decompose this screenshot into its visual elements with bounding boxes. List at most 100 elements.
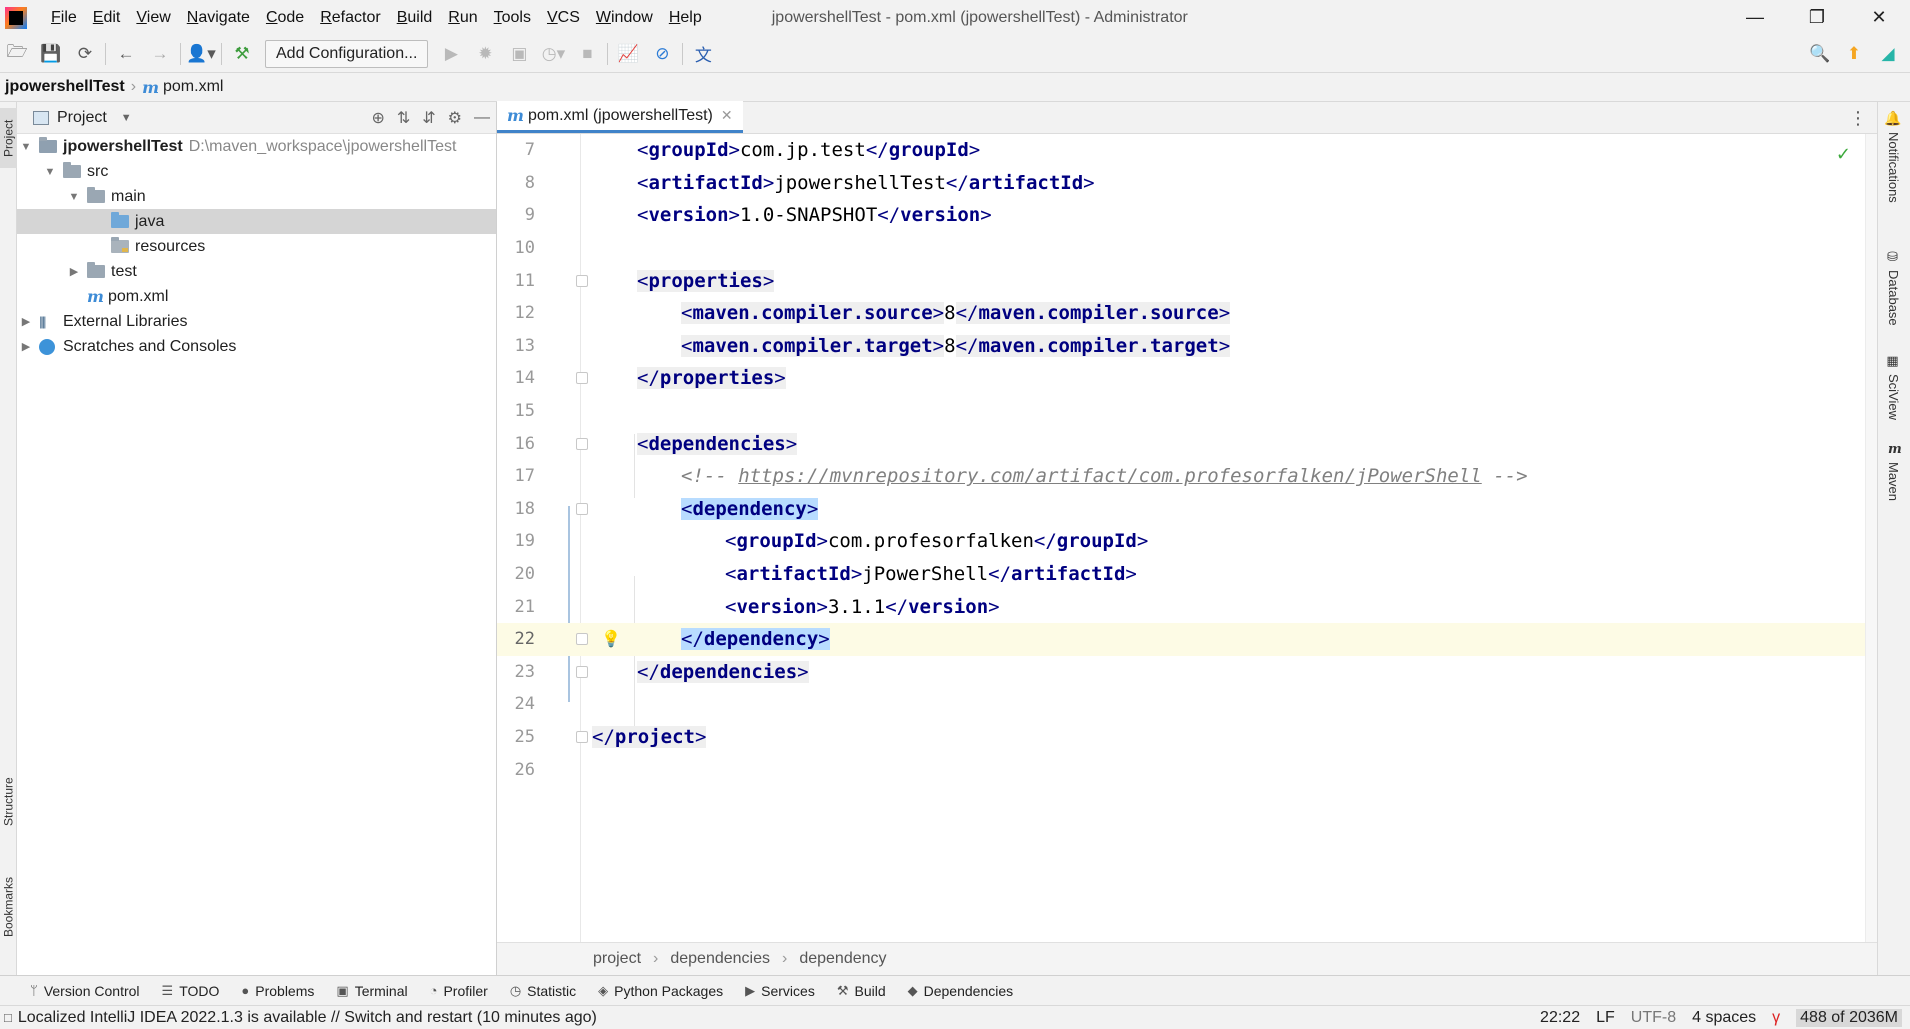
locate-icon[interactable]: ⊕ xyxy=(371,108,384,128)
menu-code[interactable]: Code xyxy=(258,0,312,35)
breadcrumb-file[interactable]: pom.xml xyxy=(163,78,223,96)
crumb-dependency[interactable]: dependency xyxy=(799,950,886,968)
tab-pom-xml[interactable]: m pom.xml (jpowershellTest) ✕ xyxy=(497,101,743,133)
expand-all-icon[interactable]: ⇅ xyxy=(397,108,410,128)
indent-setting[interactable]: 4 spaces xyxy=(1692,1009,1756,1027)
menu-edit[interactable]: Edit xyxy=(85,0,129,35)
line-separator[interactable]: LF xyxy=(1596,1009,1615,1027)
save-icon[interactable]: 💾 xyxy=(34,35,68,73)
tab-database[interactable]: Database xyxy=(1886,270,1901,350)
fold-marker-icon[interactable] xyxy=(576,372,588,385)
tool-todo[interactable]: ☰ TODO xyxy=(162,983,220,999)
tree-item-test[interactable]: ▶ test xyxy=(17,259,496,284)
translate-icon[interactable]: 文 xyxy=(686,35,720,73)
status-message[interactable]: Localized IntelliJ IDEA 2022.1.3 is avai… xyxy=(18,1009,597,1027)
tool-statistic[interactable]: ◷ Statistic xyxy=(510,983,576,999)
plugin-icon[interactable]: γ xyxy=(1772,1009,1780,1027)
tool-problems[interactable]: ● Problems xyxy=(241,983,314,999)
power-save-icon[interactable]: ⊘ xyxy=(645,35,679,73)
add-configuration-button[interactable]: Add Configuration... xyxy=(265,39,429,68)
chevron-right-icon[interactable]: ▶ xyxy=(19,340,33,353)
tree-item-java[interactable]: java xyxy=(17,209,496,234)
open-folder-icon[interactable]: 🗁 xyxy=(0,35,34,73)
tree-item-pom[interactable]: m pom.xml xyxy=(17,284,496,309)
fold-marker-icon[interactable] xyxy=(576,633,588,646)
tree-item-resources[interactable]: resources xyxy=(17,234,496,259)
tree-item-root[interactable]: ▼ jpowershellTest D:\maven_workspace\jpo… xyxy=(17,134,496,159)
coverage-icon[interactable]: ▣ xyxy=(502,35,536,73)
crumb-dependencies[interactable]: dependencies xyxy=(670,950,770,968)
build-hammer-icon[interactable]: ⚒ xyxy=(225,35,259,73)
code-editor[interactable]: 7 <groupId>com.jp.test</groupId> 8 <arti… xyxy=(497,134,1877,786)
tree-item-main[interactable]: ▼ main xyxy=(17,184,496,209)
menu-help[interactable]: Help xyxy=(661,0,710,35)
tree-item-external-libraries[interactable]: ▶ |||| External Libraries xyxy=(17,309,496,334)
project-panel-title[interactable]: Project xyxy=(57,109,107,127)
tool-services[interactable]: ▶ Services xyxy=(745,983,815,999)
minimize-icon[interactable]: — xyxy=(1724,0,1786,35)
tool-version-control[interactable]: ᛘ Version Control xyxy=(30,983,140,999)
menu-run[interactable]: Run xyxy=(440,0,485,35)
editor-scrollbar[interactable] xyxy=(1865,134,1877,942)
debug-icon[interactable]: ✹ xyxy=(468,35,502,73)
tab-maven[interactable]: Maven xyxy=(1886,462,1901,522)
chevron-down-icon[interactable]: ▼ xyxy=(67,191,81,203)
update-icon[interactable]: ⬆ xyxy=(1840,35,1868,73)
breadcrumb-project[interactable]: jpowershellTest xyxy=(5,78,125,96)
menu-view[interactable]: View xyxy=(128,0,178,35)
run-icon[interactable]: ▶ xyxy=(434,35,468,73)
lightbulb-icon[interactable]: 💡 xyxy=(601,629,621,649)
jetbrains-toolbox-icon[interactable]: ◢ xyxy=(1874,35,1902,73)
close-icon[interactable]: ✕ xyxy=(1848,0,1910,35)
restore-icon[interactable]: ❐ xyxy=(1786,0,1848,35)
menu-navigate[interactable]: Navigate xyxy=(179,0,258,35)
sync-icon[interactable]: ⟳ xyxy=(68,35,102,73)
menu-vcs[interactable]: VCS xyxy=(539,0,588,35)
tool-build[interactable]: ⚒ Build xyxy=(837,983,886,999)
comment-link[interactable]: https://mvnrepository.com/artifact/com.p… xyxy=(738,465,1482,487)
menu-refactor[interactable]: Refactor xyxy=(312,0,388,35)
profile-icon[interactable]: ◷▾ xyxy=(536,35,570,73)
chevron-down-icon[interactable]: ▼ xyxy=(19,141,33,153)
tree-item-scratches[interactable]: ▶ Scratches and Consoles xyxy=(17,334,496,359)
fold-marker-icon[interactable] xyxy=(576,437,588,450)
tool-terminal[interactable]: ▣ Terminal xyxy=(336,983,407,999)
hide-icon[interactable]: — xyxy=(474,109,490,127)
close-tab-icon[interactable]: ✕ xyxy=(721,107,733,124)
tool-profiler[interactable]: ◔ Profiler xyxy=(430,983,488,999)
chevron-right-icon[interactable]: ▶ xyxy=(19,315,33,328)
caret-position[interactable]: 22:22 xyxy=(1540,1009,1580,1027)
inspection-ok-icon[interactable]: ✓ xyxy=(1836,144,1851,165)
user-dropdown-icon[interactable]: 👤▾ xyxy=(184,35,218,73)
file-encoding[interactable]: UTF-8 xyxy=(1631,1009,1676,1027)
tab-structure[interactable]: Structure xyxy=(0,762,17,842)
fold-marker-icon[interactable] xyxy=(576,274,588,287)
fold-marker-icon[interactable] xyxy=(576,730,588,743)
tree-item-src[interactable]: ▼ src xyxy=(17,159,496,184)
menu-build[interactable]: Build xyxy=(389,0,441,35)
forward-icon[interactable]: → xyxy=(143,35,177,73)
chevron-down-icon[interactable]: ▼ xyxy=(43,166,57,178)
tab-project[interactable]: Project xyxy=(0,108,17,168)
fold-marker-icon[interactable] xyxy=(576,502,588,515)
chevron-right-icon[interactable]: ▶ xyxy=(67,265,81,278)
fold-marker-icon[interactable] xyxy=(576,665,588,678)
tab-bookmarks[interactable]: Bookmarks xyxy=(0,862,17,952)
layout-icon[interactable]: □ xyxy=(4,1010,12,1025)
memory-indicator[interactable]: 488 of 2036M xyxy=(1796,1009,1902,1027)
crumb-project[interactable]: project xyxy=(593,950,641,968)
search-icon[interactable]: 🔍 xyxy=(1806,35,1834,73)
stop-icon[interactable]: ■ xyxy=(570,35,604,73)
more-icon[interactable]: ⋮ xyxy=(1849,108,1867,129)
menu-window[interactable]: Window xyxy=(588,0,661,35)
collapse-all-icon[interactable]: ⇵ xyxy=(422,108,435,128)
statistic-chart-icon[interactable]: 📈 xyxy=(611,35,645,73)
tool-python-packages[interactable]: ◈ Python Packages xyxy=(598,983,723,999)
tab-notifications[interactable]: Notifications xyxy=(1886,132,1901,232)
menu-file[interactable]: File xyxy=(43,0,85,35)
tool-dependencies[interactable]: ◆ Dependencies xyxy=(908,983,1014,999)
menu-tools[interactable]: Tools xyxy=(486,0,539,35)
tab-sciview[interactable]: SciView xyxy=(1886,374,1901,434)
back-icon[interactable]: ← xyxy=(109,35,143,73)
gear-icon[interactable]: ⚙ xyxy=(448,108,462,128)
